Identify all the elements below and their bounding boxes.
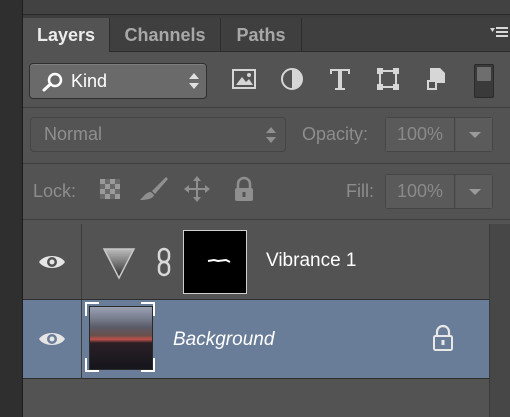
type-filter-icon[interactable] [326, 65, 354, 93]
layer-mask-thumbnail[interactable] [183, 230, 247, 294]
mask-link-icon[interactable] [157, 247, 171, 277]
eye-icon[interactable] [38, 253, 66, 271]
layer-row-vibrance[interactable]: Vibrance 1 [23, 224, 489, 300]
eye-icon[interactable] [38, 330, 66, 348]
search-icon [42, 72, 64, 92]
tab-channels[interactable]: Channels [110, 18, 221, 51]
lock-label: Lock: [33, 181, 77, 201]
lock-image-pixels-icon[interactable] [138, 175, 168, 203]
pixel-filter-icon[interactable] [230, 65, 258, 93]
fill-label: Fill: [346, 181, 374, 201]
opacity-value[interactable]: 100% [386, 118, 455, 151]
layers-list-empty-area [23, 379, 489, 417]
top-window-strip [0, 0, 510, 18]
blend-mode-select[interactable]: Normal [30, 117, 286, 152]
visibility-toggle[interactable] [23, 224, 82, 299]
tab-paths[interactable]: Paths [221, 18, 302, 51]
fill-dropdown-button[interactable] [456, 175, 492, 208]
layer-name[interactable]: Background [173, 329, 274, 351]
opacity-label: Opacity: [302, 124, 369, 144]
fill-value[interactable]: 100% [386, 175, 455, 208]
panel-tab-bar: Layers Channels Paths [23, 18, 510, 52]
layer-lock-icon[interactable] [432, 324, 454, 352]
filter-row: Kind [23, 52, 510, 108]
kind-filter-select[interactable]: Kind [29, 63, 207, 99]
layers-panel: Kind Normal Opacity: 100% Lock: Fill: 10… [23, 52, 510, 417]
layer-row-background[interactable]: Background [23, 300, 489, 379]
layer-name[interactable]: Vibrance 1 [266, 250, 357, 272]
lock-row: Lock: Fill: 100% [23, 164, 510, 220]
blend-row: Normal Opacity: 100% [23, 108, 510, 164]
opacity-dropdown-button[interactable] [456, 118, 492, 151]
lock-all-icon[interactable] [230, 175, 258, 203]
smart-object-filter-icon[interactable] [422, 65, 450, 93]
shape-filter-icon[interactable] [374, 65, 402, 93]
left-dock-bar [0, 0, 23, 417]
layers-scrollbar[interactable] [489, 224, 510, 417]
select-arrows-icon [188, 71, 200, 91]
visibility-toggle[interactable] [23, 300, 82, 378]
adjustment-filter-icon[interactable] [278, 65, 306, 93]
layer-thumbnail[interactable] [85, 302, 155, 372]
opacity-field[interactable]: 100% [385, 117, 493, 152]
blend-mode-label: Normal [44, 124, 103, 144]
background-image-preview [89, 306, 153, 370]
filter-toggle-switch[interactable] [474, 64, 494, 98]
fill-field[interactable]: 100% [385, 174, 493, 209]
lock-position-icon[interactable] [183, 175, 211, 203]
select-arrows-icon [265, 125, 277, 145]
tab-layers[interactable]: Layers [23, 18, 110, 52]
kind-label: Kind [71, 71, 108, 91]
vibrance-adjustment-icon [102, 246, 136, 280]
panel-menu-icon[interactable] [490, 26, 508, 40]
lock-transparent-pixels-icon[interactable] [96, 175, 124, 203]
